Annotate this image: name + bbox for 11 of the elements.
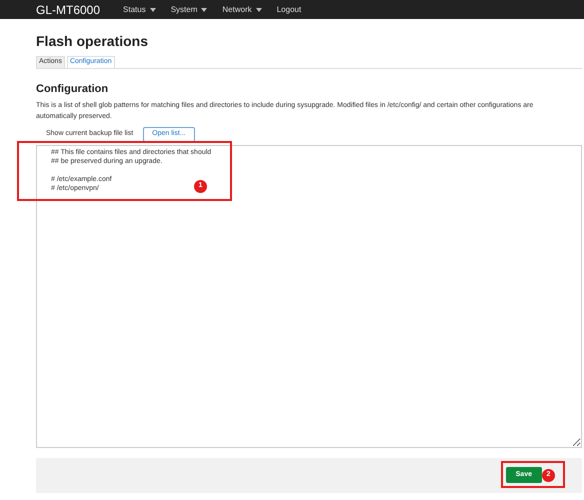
caret-icon [150, 8, 156, 12]
nav-menu-item[interactable]: Network [222, 4, 262, 16]
section-title: Configuration [36, 82, 110, 97]
nav-menu-item[interactable]: Status [123, 4, 156, 16]
caret-icon [201, 8, 208, 12]
annotation-frame [501, 461, 565, 488]
nav-menu-item[interactable]: Logout [276, 4, 302, 16]
nav-menu-item[interactable]: System [170, 4, 208, 16]
page-title: Flash operations [36, 32, 150, 51]
caret-icon [256, 8, 262, 12]
brand-title[interactable]: GL-MT6000 [36, 0, 100, 18]
